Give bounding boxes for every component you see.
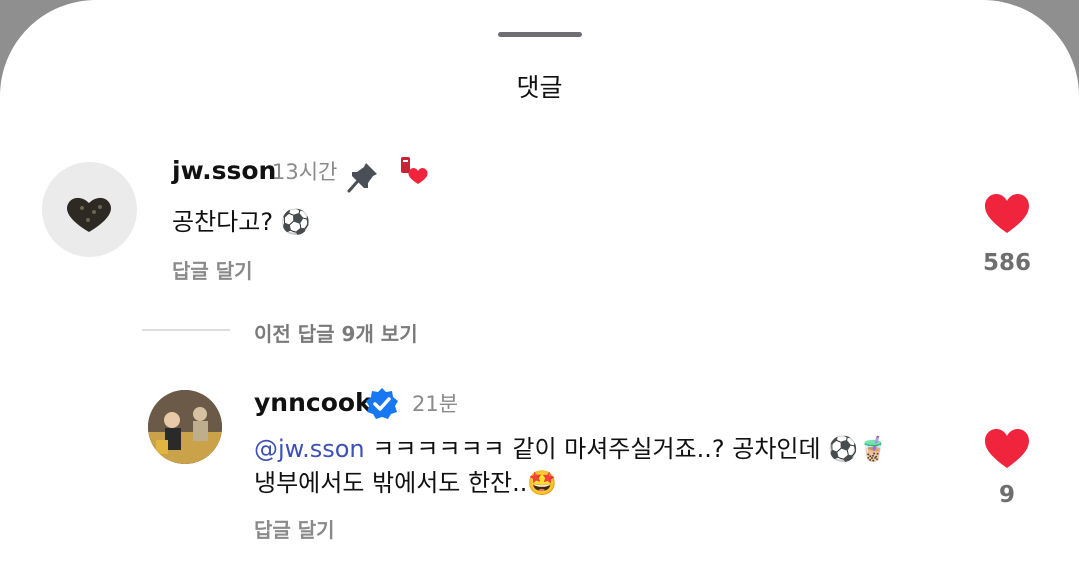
like-count: 586	[982, 250, 1031, 276]
comment-text: 공찬다고? ⚽	[172, 208, 311, 236]
comment-username[interactable]: jw.sson	[172, 156, 276, 185]
drag-handle[interactable]	[498, 32, 582, 37]
sheet-title: 댓글	[516, 73, 563, 102]
like-button[interactable]	[984, 193, 1030, 239]
like-button[interactable]	[984, 428, 1030, 474]
reply-text: @jw.sson ㅋㅋㅋㅋㅋㅋ 같이 마셔주실거죠..? 공차인데 ⚽🧋 냉부에…	[254, 432, 888, 500]
reply-avatar[interactable]	[148, 390, 222, 464]
heart-sticker-icon	[396, 154, 430, 192]
reply-button[interactable]: 답글 달기	[172, 255, 253, 284]
reply-time: 21분	[412, 392, 459, 416]
heart-icon	[985, 429, 1029, 468]
comment-time: 13시간	[272, 160, 338, 184]
reply-button[interactable]: 답글 달기	[254, 514, 335, 543]
pin-icon	[346, 160, 380, 198]
mention-link[interactable]: @jw.sson	[254, 435, 365, 463]
comments-sheet: 댓글 jw.sson 13시간 공찬다고? ⚽ 답글 달기 586 이전 답글 …	[0, 0, 1079, 568]
heart-icon	[985, 194, 1029, 233]
reply-username[interactable]: ynncook	[254, 388, 372, 417]
verified-badge-icon	[364, 386, 400, 426]
reply-text-line2: 냉부에서도 밖에서도 한잔..🤩	[254, 469, 558, 497]
reply-text-line1: ㅋㅋㅋㅋㅋㅋ 같이 마셔주실거죠..? 공차인데 ⚽🧋	[364, 435, 888, 463]
avatar[interactable]	[42, 162, 137, 257]
like-count: 9	[998, 482, 1015, 508]
view-previous-replies-button[interactable]: 이전 답글 9개 보기	[254, 318, 418, 347]
divider	[142, 329, 230, 331]
